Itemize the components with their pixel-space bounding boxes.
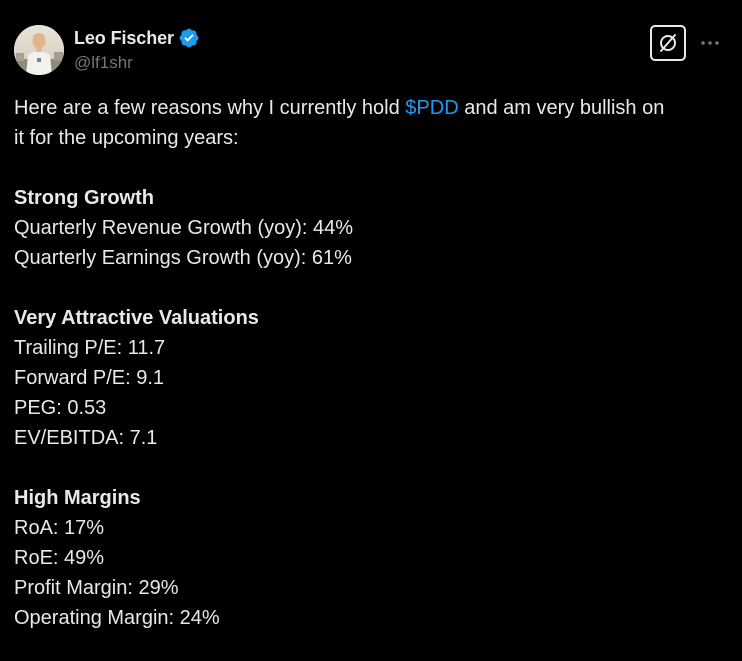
grok-icon <box>660 34 676 52</box>
section-heading: Strong Growth <box>14 187 154 209</box>
display-name[interactable]: Leo Fischer <box>74 28 174 49</box>
intro-line-2: it for the upcoming years: <box>14 127 239 149</box>
author-info: Leo Fischer @lf1shr <box>74 26 200 73</box>
list-item: Operating Margin: 24% <box>14 607 220 629</box>
display-name-link[interactable]: Leo Fischer <box>74 26 200 50</box>
list-item: PEG: 0.53 <box>14 397 107 419</box>
list-item: Quarterly Earnings Growth (yoy): 61% <box>14 247 352 269</box>
verified-badge-icon[interactable] <box>178 27 200 49</box>
cashtag-link[interactable]: $PDD <box>405 97 458 119</box>
handle[interactable]: @lf1shr <box>74 53 200 73</box>
avatar-photo-icon <box>14 25 64 75</box>
list-item: RoA: 17% <box>14 517 105 539</box>
intro-text-1: Here are a few reasons why I currently h… <box>14 97 406 119</box>
section-heading: Very Attractive Valuations <box>14 307 259 329</box>
tweet-header: Leo Fischer @lf1shr <box>14 25 728 77</box>
section-heading: High Margins <box>14 487 141 509</box>
list-item: Quarterly Revenue Growth (yoy): 44% <box>14 217 354 239</box>
list-item: RoE: 49% <box>14 547 105 569</box>
avatar[interactable] <box>14 25 64 75</box>
more-options-button[interactable] <box>696 29 724 57</box>
list-item: Forward P/E: 9.1 <box>14 367 165 389</box>
tweet: Leo Fischer @lf1shr Here are a few reaso… <box>0 0 742 661</box>
list-item: Trailing P/E: 11.7 <box>14 337 166 359</box>
more-horizontal-icon <box>701 41 719 45</box>
grok-button[interactable] <box>650 25 686 61</box>
tweet-text: Here are a few reasons why I currently h… <box>14 93 728 633</box>
intro-line-1: Here are a few reasons why I currently h… <box>14 93 728 123</box>
list-item: Profit Margin: 29% <box>14 577 179 599</box>
intro-text-2: and am very bullish on <box>458 97 665 119</box>
list-item: EV/EBITDA: 7.1 <box>14 427 158 449</box>
